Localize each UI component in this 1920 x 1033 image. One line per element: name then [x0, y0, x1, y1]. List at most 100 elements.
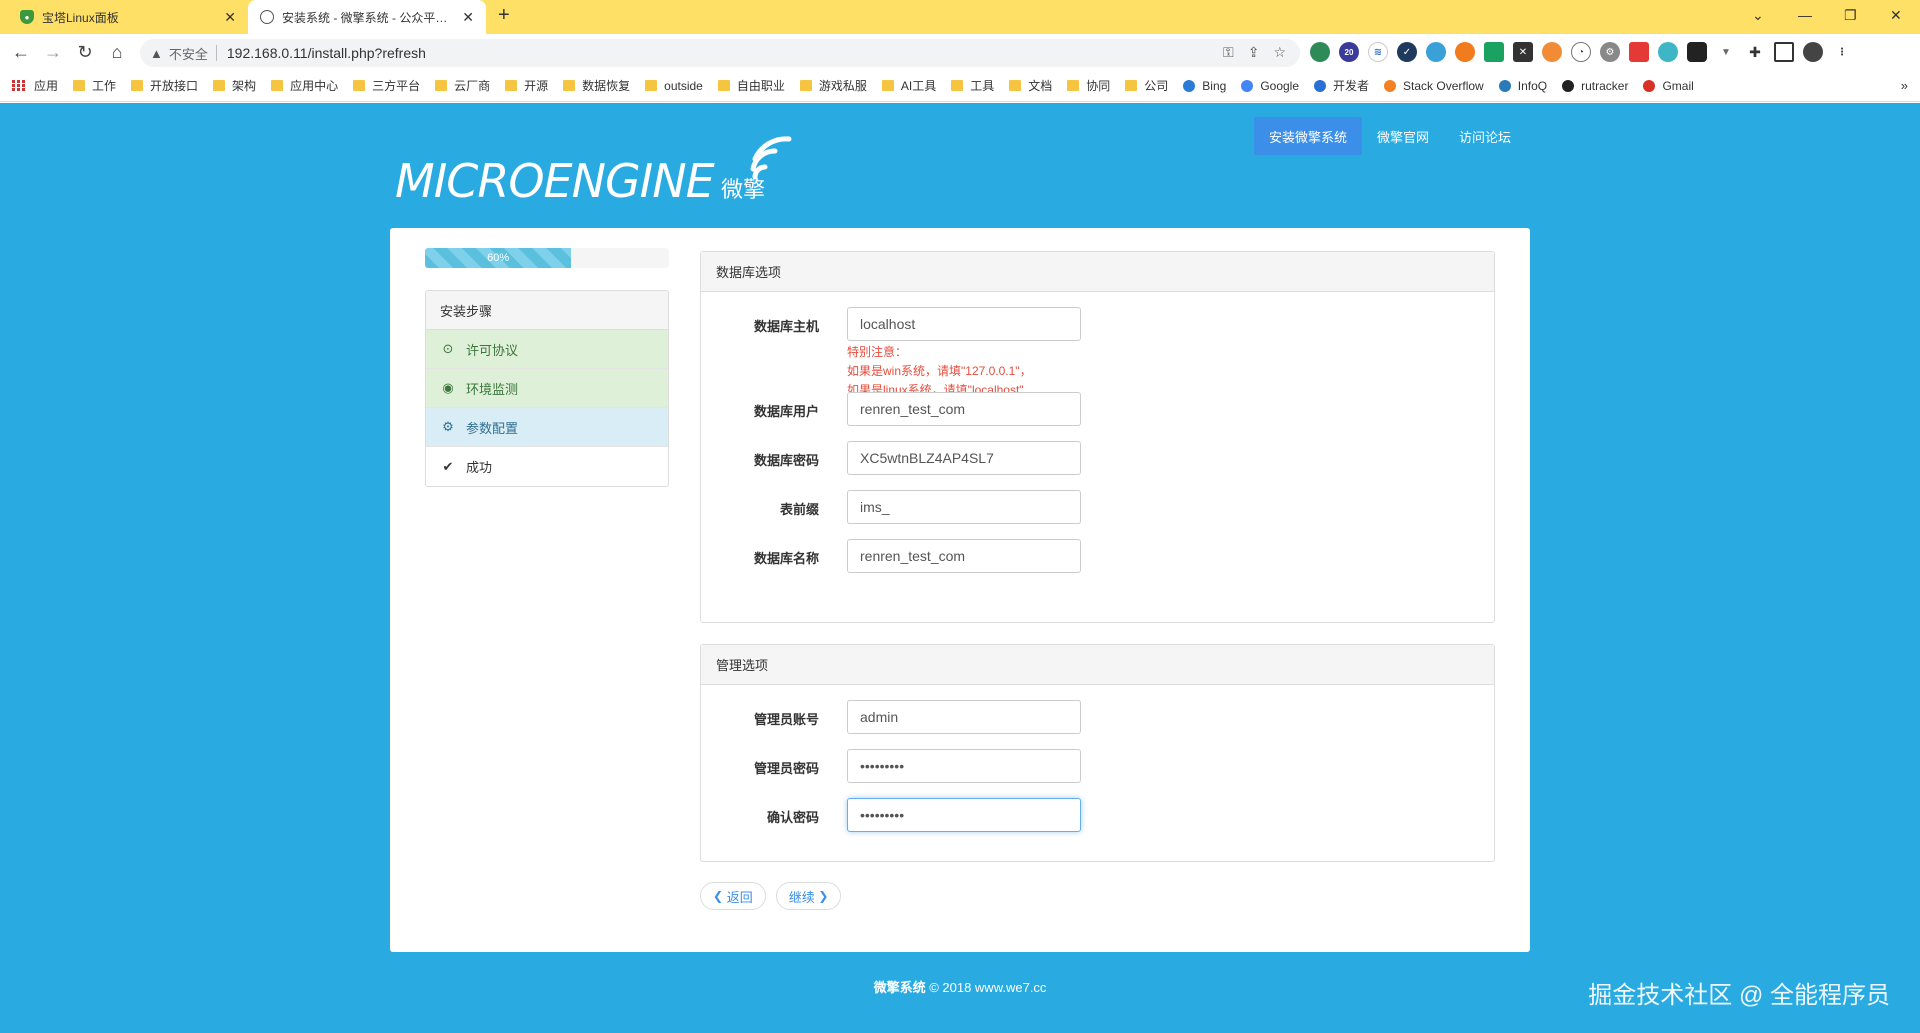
bookmark-19[interactable]: 开发者 [1314, 77, 1369, 94]
star-icon[interactable]: ☆ [1273, 44, 1286, 61]
bookmark-16[interactable]: 公司 [1125, 77, 1168, 94]
install-steps: 安装步骤 ⊙ 许可协议 ◉ 环境监测 ⚙ 参数配置 ✔ 成功 [425, 290, 669, 487]
extension-gauge-icon[interactable]: ◔ [1571, 42, 1591, 62]
puzzle-icon[interactable]: ✚ [1745, 42, 1765, 62]
minimize-button[interactable]: — [1798, 0, 1812, 30]
table-prefix-input[interactable] [847, 490, 1081, 524]
db-name-input[interactable] [847, 539, 1081, 573]
db-host-input[interactable] [847, 307, 1081, 341]
bookmark-22[interactable]: rutracker [1562, 79, 1628, 93]
extension-badge-icon[interactable]: 20 [1339, 42, 1359, 62]
bookmark-label: rutracker [1581, 78, 1629, 93]
db-user-input[interactable] [847, 392, 1081, 426]
extension-check-icon[interactable]: ✓ [1397, 42, 1417, 62]
extension-v-icon[interactable]: ▼ [1716, 42, 1736, 62]
bookmark-20[interactable]: Stack Overflow [1384, 79, 1484, 93]
db-password-label: 数据库密码 [753, 453, 819, 468]
tab-close-icon[interactable]: ✕ [462, 9, 474, 26]
bookmark-21[interactable]: InfoQ [1498, 79, 1547, 93]
back-button[interactable]: ❮ 返回 [700, 882, 766, 910]
nav-official-site[interactable]: 微擎官网 [1362, 117, 1444, 155]
back-arrow-icon[interactable]: ← [8, 40, 34, 64]
extension-red-icon[interactable] [1629, 42, 1649, 62]
bookmark-6[interactable]: 云厂商 [435, 77, 490, 94]
help-line: 如果是win系统，请填"127.0.0.1"， [847, 364, 1032, 378]
restore-button[interactable]: ❐ [1844, 0, 1857, 30]
bookmark-2[interactable]: 开放接口 [131, 77, 198, 94]
bookmark-3[interactable]: 架构 [213, 77, 256, 94]
extension-globe-icon[interactable] [1310, 42, 1330, 62]
logo-cn: 微擎 [721, 178, 765, 203]
bookmark-12[interactable]: AI工具 [881, 77, 936, 94]
bookmark-label: 开源 [524, 79, 549, 93]
share-icon[interactable]: ⇪ [1248, 44, 1260, 61]
bookmarks-overflow-icon[interactable]: » [1901, 78, 1908, 93]
sidepanel-icon[interactable] [1774, 42, 1794, 62]
extension-gear-icon[interactable]: ⚙ [1600, 42, 1620, 62]
admin-account-input[interactable] [847, 700, 1081, 734]
step-success[interactable]: ✔ 成功 [426, 447, 668, 486]
address-bar[interactable]: ▲ 不安全 192.168.0.11/install.php?refresh ⚿… [140, 39, 1300, 67]
site-favicon-icon [1384, 79, 1397, 92]
avatar[interactable] [1803, 42, 1823, 62]
db-password-input[interactable] [847, 441, 1081, 475]
step-config[interactable]: ⚙ 参数配置 [426, 408, 668, 447]
nav-forum[interactable]: 访问论坛 [1444, 117, 1526, 155]
microengine-logo[interactable]: MICROENGINE 微擎 [395, 131, 815, 211]
extension-shield-icon[interactable] [1658, 42, 1678, 62]
tab-install-system[interactable]: 安装系统 - 微擎系统 - 公众平台自助引擎 ✕ [248, 0, 486, 34]
bookmark-10[interactable]: 自由职业 [717, 77, 785, 94]
extension-x-icon[interactable]: ✕ [1513, 42, 1533, 62]
extension-orange-icon[interactable] [1455, 42, 1475, 62]
extension-dark-icon[interactable] [1687, 42, 1707, 62]
url-text[interactable]: 192.168.0.11/install.php?refresh [227, 45, 426, 61]
security-label[interactable]: 不安全 [169, 44, 208, 63]
bookmark-5[interactable]: 三方平台 [353, 77, 420, 94]
bookmark-0[interactable]: 应用 [12, 77, 58, 94]
folder-icon [645, 80, 658, 91]
nav-install[interactable]: 安装微擎系统 [1254, 117, 1363, 155]
key-icon[interactable]: ⚿ [1223, 44, 1234, 61]
footer-copyright: © 2018 www.we7.cc [925, 980, 1047, 995]
extension-robot-icon[interactable] [1484, 42, 1504, 62]
bookmark-8[interactable]: 数据恢复 [563, 77, 630, 94]
extension-layers-icon[interactable]: ≋ [1368, 42, 1388, 62]
bookmark-17[interactable]: Bing [1183, 79, 1226, 93]
home-icon[interactable]: ⌂ [104, 40, 130, 64]
divider [215, 45, 217, 61]
forward-arrow-icon[interactable]: → [40, 40, 66, 64]
admin-password-input[interactable] [847, 749, 1081, 783]
progress-bar: 60% [425, 248, 669, 268]
bookmark-label: 工作 [92, 79, 117, 93]
folder-icon [563, 80, 576, 91]
folder-icon [799, 80, 812, 91]
bookmark-9[interactable]: outside [645, 79, 703, 93]
tab-search-icon[interactable]: ⌄ [1752, 0, 1764, 30]
bookmark-7[interactable]: 开源 [505, 77, 548, 94]
bookmark-1[interactable]: 工作 [73, 77, 116, 94]
bookmark-label: 工具 [970, 79, 995, 93]
new-tab-button[interactable]: + [498, 4, 510, 27]
continue-label: 继续 [788, 889, 815, 905]
bookmark-23[interactable]: Gmail [1643, 79, 1694, 93]
bookmark-4[interactable]: 应用中心 [271, 77, 338, 94]
install-card: 60% 安装步骤 ⊙ 许可协议 ◉ 环境监测 ⚙ 参数配置 ✔ 成功 数据库选项 [390, 228, 1530, 952]
bookmark-15[interactable]: 协同 [1067, 77, 1110, 94]
bookmark-11[interactable]: 游戏私服 [799, 77, 867, 94]
bookmark-14[interactable]: 文档 [1009, 77, 1052, 94]
step-environment[interactable]: ◉ 环境监测 [426, 369, 668, 408]
bookmark-13[interactable]: 工具 [951, 77, 994, 94]
step-license[interactable]: ⊙ 许可协议 [426, 330, 668, 369]
footer-brand[interactable]: 微擎系统 [874, 980, 926, 995]
extension-cloud-icon[interactable] [1426, 42, 1446, 62]
continue-button[interactable]: 继续 ❯ [775, 882, 842, 910]
bookmark-label: outside [664, 78, 703, 93]
tab-close-icon[interactable]: ✕ [224, 9, 236, 26]
confirm-password-input[interactable] [847, 798, 1081, 832]
close-window-button[interactable]: ✕ [1890, 0, 1902, 30]
bookmark-18[interactable]: Google [1241, 79, 1299, 93]
extension-moon-icon[interactable] [1542, 42, 1562, 62]
reload-icon[interactable]: ↻ [72, 40, 98, 64]
tab-baota-panel[interactable]: ● 宝塔Linux面板 ✕ [8, 0, 248, 34]
more-menu-icon[interactable]: ⋮ [1832, 42, 1852, 62]
